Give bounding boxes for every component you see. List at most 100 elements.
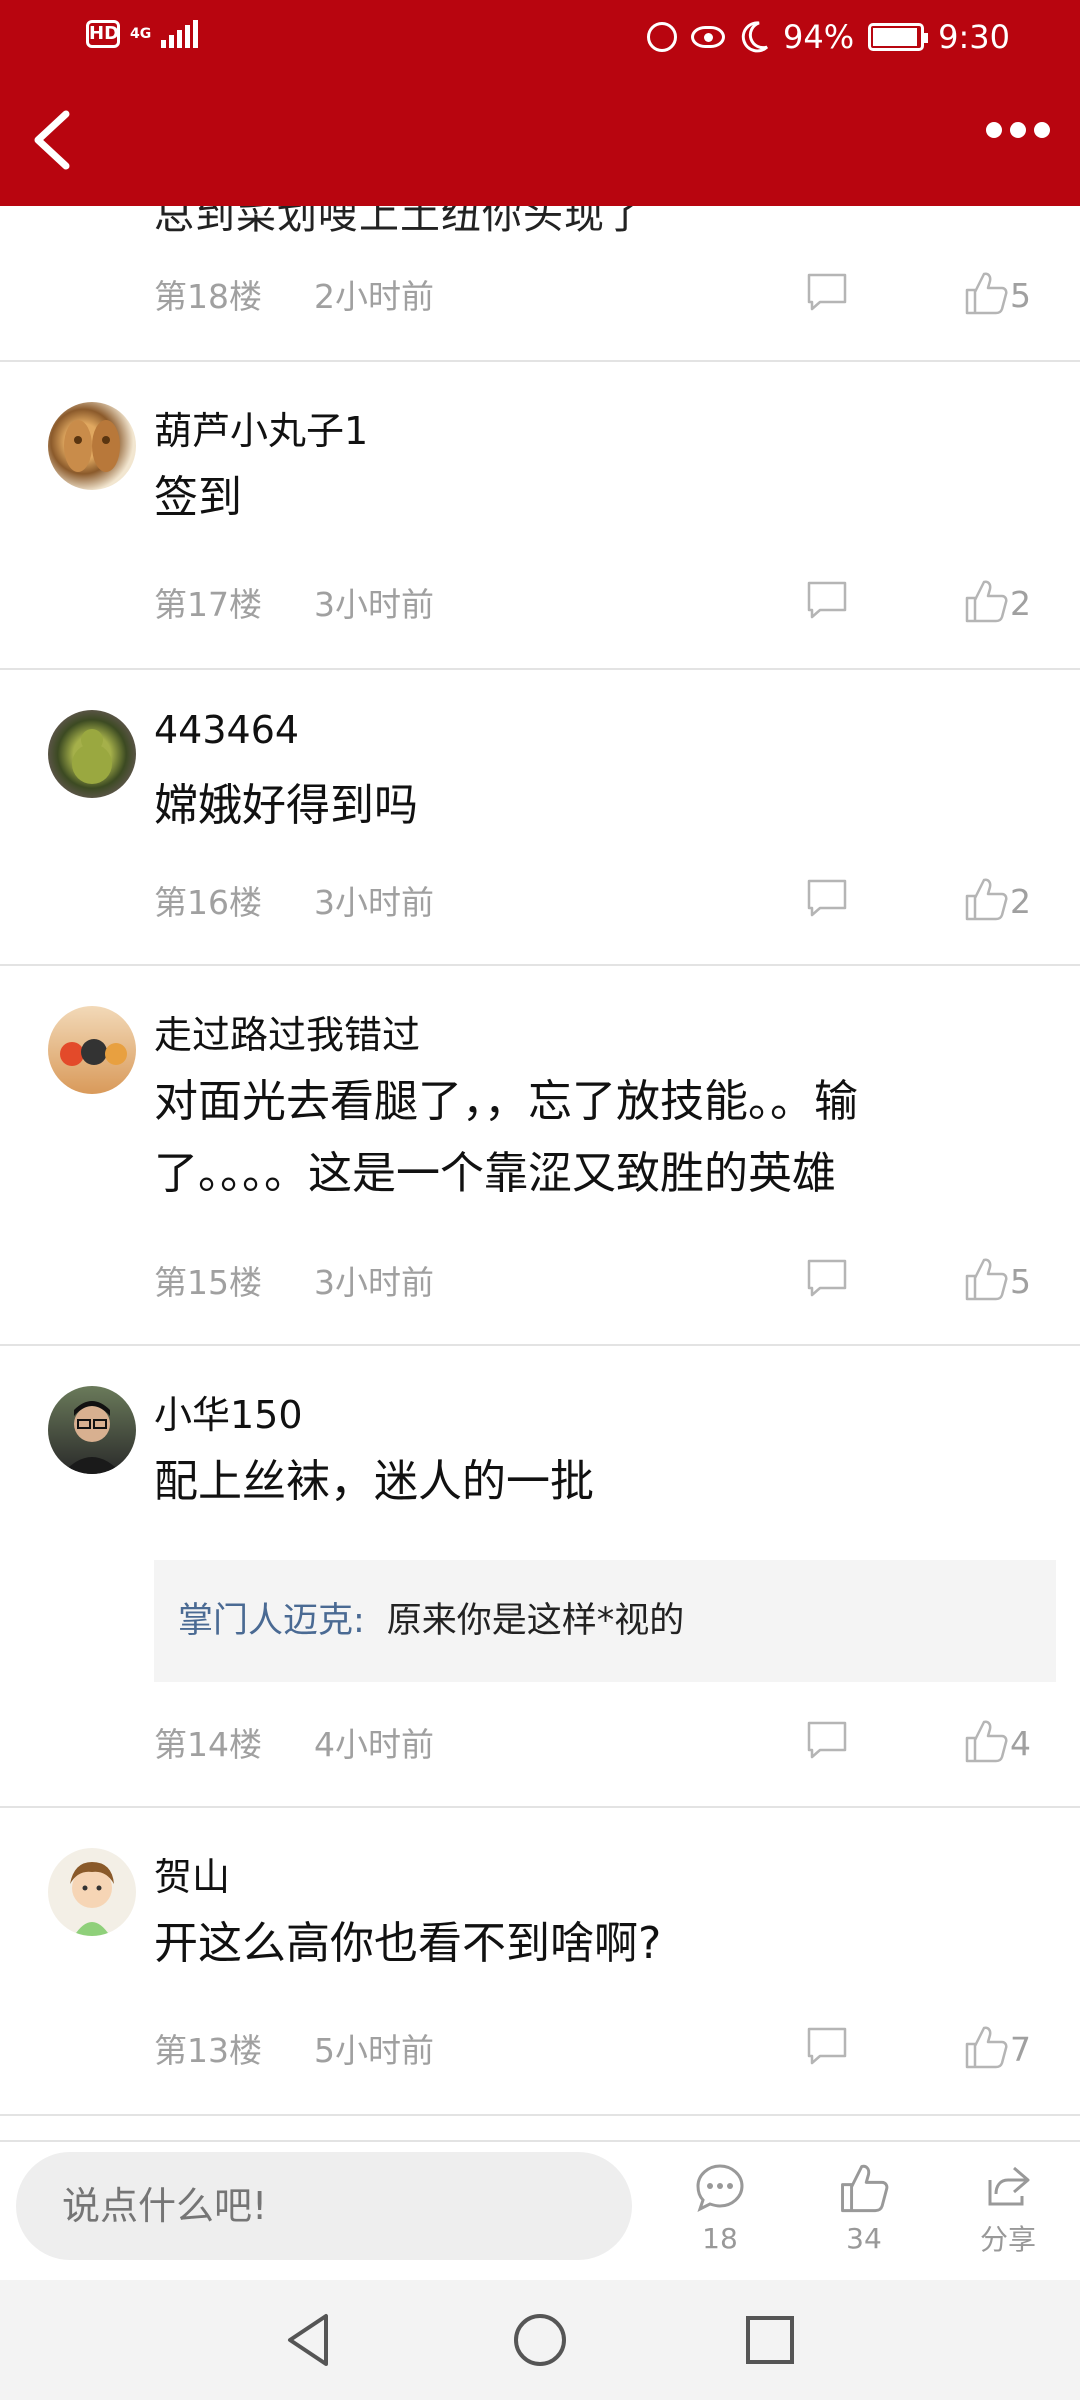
thumbs-up-icon [965,878,1008,921]
status-right: 94% 9:30 [647,18,1010,56]
thumbs-up-icon [965,580,1008,623]
circle-home-icon [514,2314,566,2366]
comment-time: 3小时前 [314,883,434,922]
reply-button[interactable] [806,580,848,620]
comment-list[interactable]: 总到菜划嗖上土纽你头现了 第18楼 2小时前 5 葫芦小丸子1 签到 第17楼 … [0,206,1080,2140]
username[interactable]: 443464 [154,708,299,752]
thumbs-up-icon [965,272,1008,315]
username[interactable]: 走过路过我错过 [154,1004,420,1059]
battery-percent: 94% [783,18,855,56]
like-count: 2 [1010,584,1031,623]
avatar-image [72,729,112,784]
thumbs-up-icon [965,1258,1008,1301]
floor-number: 第15楼 [154,1263,262,1302]
chevron-left-icon [34,110,70,170]
like-count: 5 [1010,1262,1031,1301]
comment-text-line1: 对面光去看腿了，，忘了放技能。。输 [154,1076,858,1127]
comment-text: 配上丝袜，迷人的一批 [154,1456,594,1507]
comment-item: 贺山 开这么高你也看不到啥啊? 第13楼 5小时前 7 [0,1808,1080,2116]
avatar-image [62,1401,122,1474]
comment-text: 嫦娥好得到吗 [154,780,418,831]
avatar[interactable] [48,1848,136,1936]
comment-item: 小华150 配上丝袜，迷人的一批 掌门人迈克: 原来你是这样*视的 第14楼 4小… [0,1346,1080,1808]
share-button[interactable]: 分享 [958,2162,1058,2272]
system-navigation-bar [0,2280,1080,2400]
comment-time: 4小时前 [314,1725,434,1764]
likes-count: 34 [846,2222,882,2255]
status-left: HD 4G [86,20,199,48]
floor-number: 第17楼 [154,585,262,624]
avatar[interactable] [48,1006,136,1094]
reply-button[interactable] [806,1258,848,1298]
comment-time: 3小时前 [314,1263,434,1302]
like-button[interactable]: 5 [964,1254,1054,1302]
share-label: 分享 [979,2223,1036,2256]
like-button[interactable]: 7 [964,2022,1054,2070]
reply-button[interactable] [806,2026,848,2066]
floor-number: 第13楼 [154,2031,262,2070]
nav-back-button[interactable] [280,2310,340,2370]
status-bar: HD 4G 94% 9:30 [0,0,1080,78]
hd-icon: HD [86,20,120,48]
square-recents-icon [746,2316,794,2364]
signal-icon [161,20,199,48]
username[interactable]: 葫芦小丸子1 [154,400,368,455]
comment-bubble-icon [807,1721,847,1759]
like-post-button[interactable]: 34 [814,2162,914,2272]
reply-username[interactable]: 掌门人迈克: [178,1601,365,1641]
comment-item: 总到菜划嗖上土纽你头现了 第18楼 2小时前 5 [0,206,1080,362]
triangle-back-icon [288,2314,328,2366]
comment-bubble-icon [807,2027,847,2065]
comment-time: 3小时前 [314,585,434,624]
avatar-image [70,1862,114,1936]
comment-text: 开这么高你也看不到啥啊? [154,1918,662,1969]
username[interactable]: 小华150 [154,1384,303,1439]
thumbs-up-icon [965,1720,1008,1763]
data-saver-icon [647,22,678,52]
more-dot [986,122,1002,138]
avatar[interactable] [48,710,136,798]
like-count: 5 [1010,276,1031,315]
comment-item: 葫芦小丸子1 签到 第17楼 3小时前 2 [0,362,1080,670]
reply-text: 原来你是这样*视的 [386,1601,685,1641]
clock: 9:30 [938,18,1010,56]
top-app-bar: HD 4G 94% 9:30 [0,0,1080,206]
reply-button[interactable] [806,878,848,918]
back-button[interactable] [24,100,84,180]
more-dot [1034,122,1050,138]
nav-recents-button[interactable] [740,2310,800,2370]
comment-input[interactable] [16,2152,632,2260]
floor-number: 第16楼 [154,883,262,922]
comment-bubble-icon [807,581,847,619]
comment-text: 签到 [154,472,242,523]
avatar[interactable] [48,402,136,490]
moon-icon [741,21,769,53]
floor-number: 第14楼 [154,1725,262,1764]
like-button[interactable]: 2 [964,576,1054,624]
comments-button[interactable]: 18 [670,2162,770,2272]
like-button[interactable]: 5 [964,268,1054,316]
username[interactable]: 贺山 [154,1846,230,1901]
like-button[interactable]: 4 [964,1716,1054,1764]
reply-quote[interactable]: 掌门人迈克: 原来你是这样*视的 [154,1560,1056,1682]
share-icon [988,2166,1030,2206]
reply-button[interactable] [806,1720,848,1760]
nav-home-button[interactable] [510,2310,570,2370]
bottom-action-bar: 18 34 分享 [0,2140,1080,2280]
comment-item: 443464 嫦娥好得到吗 第16楼 3小时前 2 [0,670,1080,966]
comments-count: 18 [702,2222,738,2255]
more-button[interactable] [986,122,1050,138]
eye-comfort-icon [691,26,726,48]
thumbs-up-icon [965,2026,1008,2069]
comment-item: 走过路过我错过 对面光去看腿了，，忘了放技能。。输 了。。。。这是一个靠涩又致胜… [0,966,1080,1346]
comment-bubble-icon [807,1259,847,1297]
comment-text-line2: 了。。。。这是一个靠涩又致胜的英雄 [154,1148,836,1199]
thumbs-up-icon [841,2164,889,2213]
like-button[interactable]: 2 [964,874,1054,922]
like-count: 4 [1010,1724,1031,1763]
comment-bubble-icon [807,273,847,311]
comment-bubble-icon [696,2164,744,2212]
avatar[interactable] [48,1386,136,1474]
like-count: 2 [1010,882,1031,921]
reply-button[interactable] [806,272,848,312]
